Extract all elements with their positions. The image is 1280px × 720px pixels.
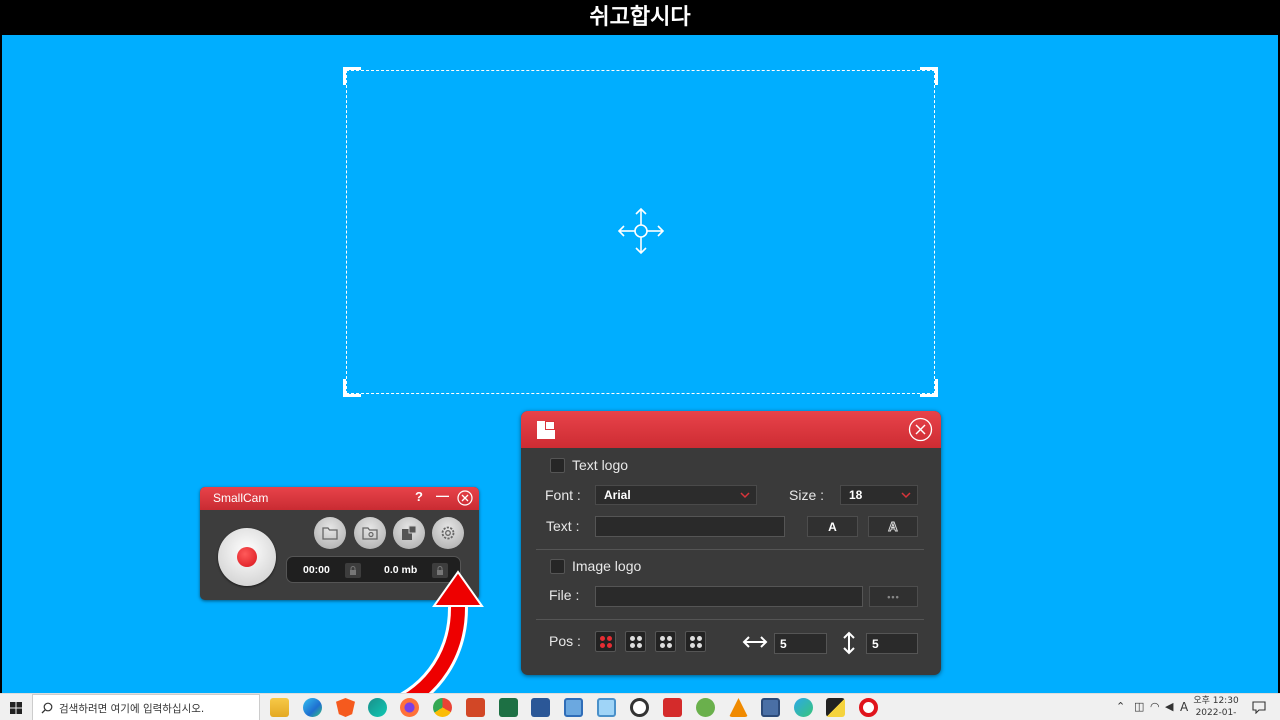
android-icon[interactable] bbox=[696, 698, 715, 717]
camera-folder-icon bbox=[362, 527, 378, 540]
logo-settings-window: Text logo Font : Arial Size : 18 Text : … bbox=[521, 411, 941, 675]
edge-icon[interactable] bbox=[303, 698, 322, 717]
search-placeholder: 검색하려면 여기에 입력하십시오. bbox=[59, 703, 205, 715]
gear-icon bbox=[441, 526, 455, 540]
position-bottom-right-button[interactable] bbox=[685, 631, 706, 652]
chevron-up-icon[interactable]: ⌃ bbox=[1116, 700, 1125, 713]
chevron-down-icon bbox=[901, 492, 911, 499]
file-label: File : bbox=[549, 587, 580, 603]
logo-button[interactable] bbox=[393, 517, 425, 549]
position-bottom-left-button[interactable] bbox=[655, 631, 676, 652]
app-blue-icon[interactable] bbox=[564, 698, 583, 717]
capture-region[interactable] bbox=[343, 67, 938, 397]
screenshot-button[interactable] bbox=[354, 517, 386, 549]
text-logo-checkbox[interactable] bbox=[550, 458, 565, 473]
search-icon bbox=[41, 702, 53, 714]
taskbar: 검색하려면 여기에 입력하십시오. ⌃ ◫ ◠ ◀ A 오후 12:30 202… bbox=[0, 693, 1280, 720]
resize-handle-bottom-right[interactable] bbox=[920, 379, 938, 397]
position-top-left-button[interactable] bbox=[595, 631, 616, 652]
clock[interactable]: 오후 12:30 2022-01-23 bbox=[1190, 695, 1242, 720]
clock-time: 오후 12:30 bbox=[1193, 696, 1239, 706]
resize-handle-top-left[interactable] bbox=[343, 67, 361, 85]
help-button[interactable]: ? bbox=[415, 489, 423, 504]
logo-icon bbox=[537, 421, 555, 439]
file-explorer-icon[interactable] bbox=[270, 698, 289, 717]
record-icon bbox=[237, 547, 257, 567]
powerpoint-icon[interactable] bbox=[466, 698, 485, 717]
font-color-button[interactable]: A bbox=[807, 516, 858, 537]
firefox-icon[interactable] bbox=[400, 698, 419, 717]
se-app-icon[interactable] bbox=[663, 698, 682, 717]
browse-button[interactable]: ••• bbox=[869, 586, 918, 607]
image-file-input[interactable] bbox=[595, 586, 863, 607]
font-outline-button[interactable]: A bbox=[868, 516, 918, 537]
size-value: 18 bbox=[849, 488, 863, 502]
resize-handle-top-right[interactable] bbox=[920, 67, 938, 85]
text-logo-label: Text logo bbox=[572, 457, 629, 473]
position-top-right-button[interactable] bbox=[625, 631, 646, 652]
open-folder-button[interactable] bbox=[314, 517, 346, 549]
network-status-icon[interactable]: ◫ bbox=[1134, 700, 1144, 713]
excel-icon[interactable] bbox=[499, 698, 518, 717]
opera-icon[interactable] bbox=[859, 698, 878, 717]
logo-text-input[interactable] bbox=[595, 516, 785, 537]
resize-handle-bottom-left[interactable] bbox=[343, 379, 361, 397]
close-icon[interactable] bbox=[457, 490, 473, 506]
logo-icon bbox=[402, 525, 417, 540]
horizontal-offset-input[interactable]: 5 bbox=[774, 633, 827, 654]
divider bbox=[536, 549, 924, 550]
wifi-icon[interactable]: ◠ bbox=[1150, 700, 1160, 713]
windows-icon bbox=[10, 701, 22, 714]
brave-icon[interactable] bbox=[336, 698, 355, 717]
recording-time: 00:00 bbox=[303, 564, 330, 576]
smallcam-title: SmallCam bbox=[213, 491, 269, 505]
taskbar-search[interactable]: 검색하려면 여기에 입력하십시오. bbox=[32, 694, 260, 720]
font-dropdown[interactable]: Arial bbox=[595, 485, 757, 505]
page-title: 쉬고합시다 bbox=[0, 0, 1280, 35]
image-logo-checkbox[interactable] bbox=[550, 559, 565, 574]
size-dropdown[interactable]: 18 bbox=[840, 485, 918, 505]
image-logo-label: Image logo bbox=[572, 558, 642, 574]
word-icon[interactable] bbox=[531, 698, 550, 717]
smallcam-titlebar[interactable]: SmallCam ? — bbox=[200, 487, 479, 510]
vertical-offset-input[interactable]: 5 bbox=[866, 633, 918, 654]
sticky-notes-icon[interactable] bbox=[826, 698, 845, 717]
edge-dev-icon[interactable] bbox=[794, 698, 813, 717]
font-value: Arial bbox=[604, 488, 631, 502]
vlc-icon[interactable] bbox=[729, 698, 748, 717]
chevron-down-icon bbox=[740, 492, 750, 499]
volume-icon[interactable]: ◀ bbox=[1165, 700, 1173, 713]
logo-settings-titlebar[interactable] bbox=[521, 411, 941, 448]
folder-icon bbox=[322, 527, 338, 540]
font-label: Font : bbox=[545, 487, 581, 503]
horizontal-offset-icon bbox=[742, 636, 768, 648]
remote-desktop-icon[interactable] bbox=[597, 698, 616, 717]
clock-date: 2022-01-23 bbox=[1195, 708, 1237, 718]
position-label: Pos : bbox=[549, 633, 581, 649]
time-lock-button[interactable] bbox=[345, 563, 361, 578]
start-button[interactable] bbox=[0, 694, 32, 720]
settings-button[interactable] bbox=[432, 517, 464, 549]
text-label: Text : bbox=[546, 518, 580, 534]
chrome-icon[interactable] bbox=[433, 698, 452, 717]
app-icon[interactable] bbox=[368, 698, 387, 717]
close-icon[interactable] bbox=[908, 417, 933, 442]
size-label: Size : bbox=[789, 487, 825, 503]
divider bbox=[536, 619, 924, 620]
search-app-icon[interactable] bbox=[630, 698, 649, 717]
vertical-offset-icon bbox=[843, 631, 855, 655]
lock-icon bbox=[350, 566, 356, 575]
minimize-button[interactable]: — bbox=[436, 488, 449, 503]
ime-indicator[interactable]: A bbox=[1180, 700, 1188, 714]
record-button[interactable] bbox=[218, 528, 276, 586]
move-icon[interactable] bbox=[617, 207, 665, 255]
calculator-icon[interactable] bbox=[761, 698, 780, 717]
notification-icon[interactable] bbox=[1252, 701, 1266, 714]
